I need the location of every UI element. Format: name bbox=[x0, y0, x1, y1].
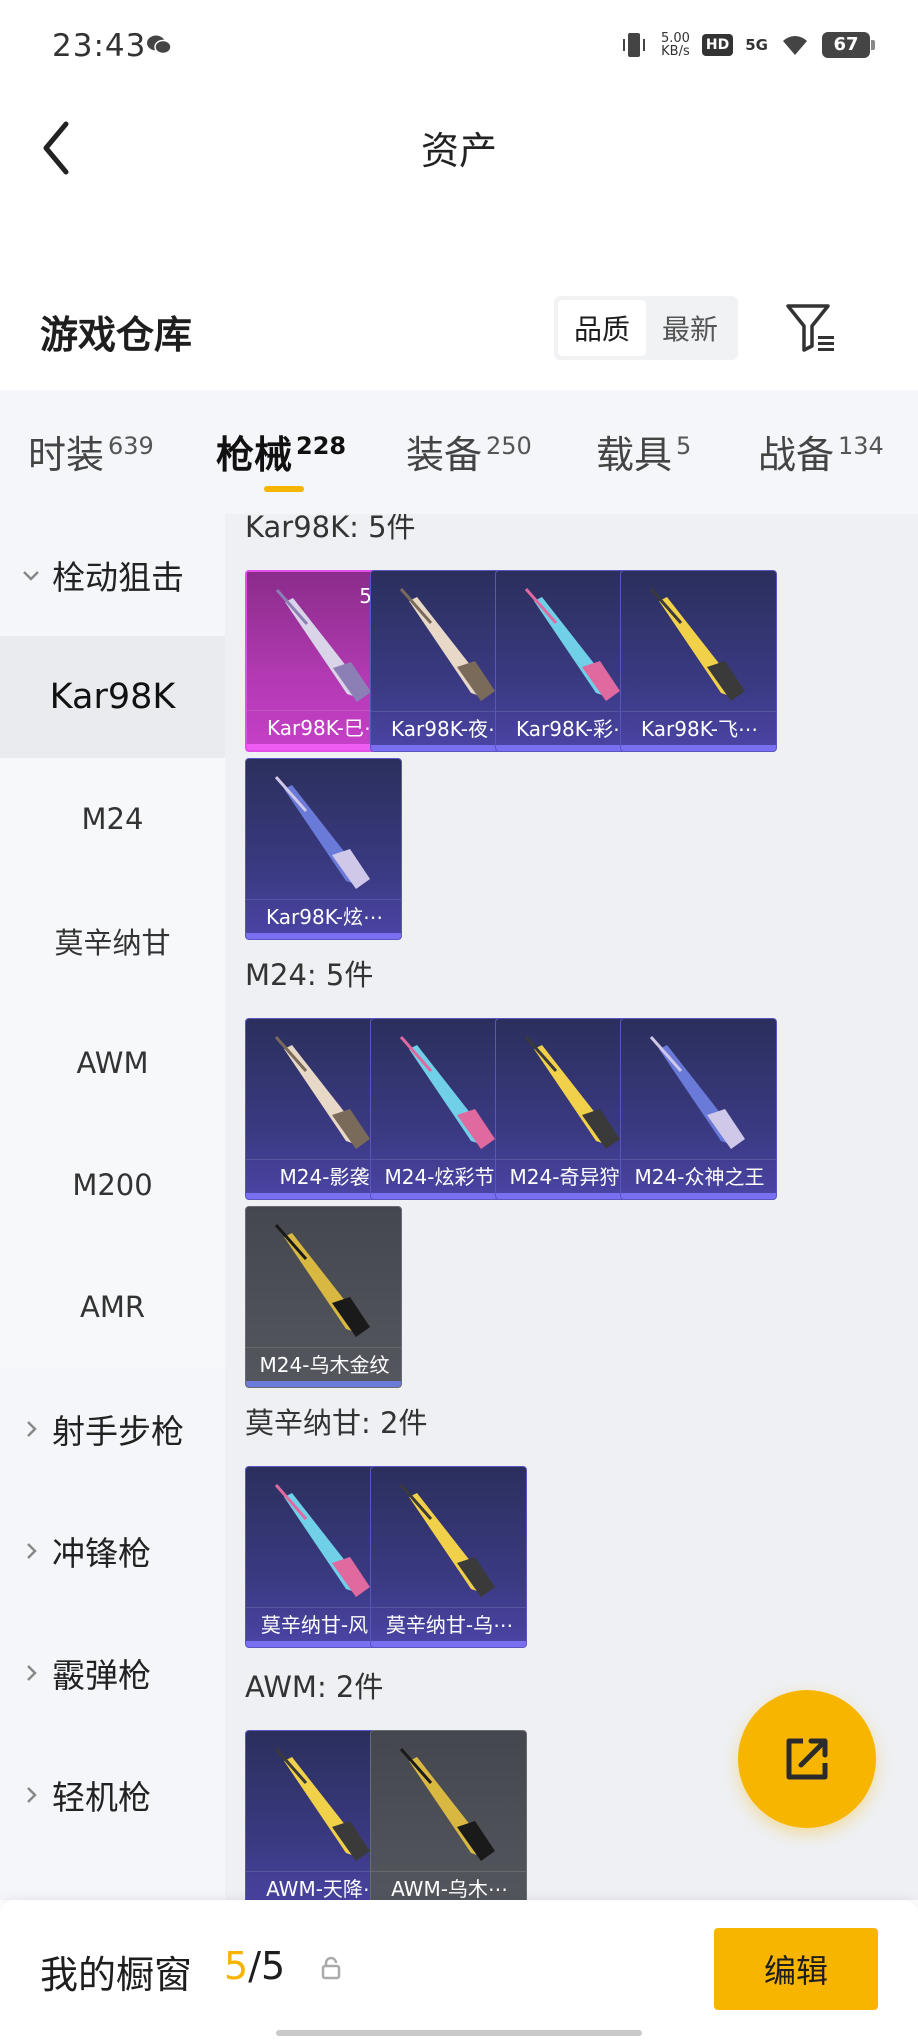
tab-count: 639 bbox=[108, 432, 154, 460]
group-title: M24: 5件 bbox=[245, 958, 374, 992]
skin-name: M24-众神之王 bbox=[621, 1159, 776, 1193]
sidebar-group-label: 霰弹枪 bbox=[52, 1656, 151, 1695]
weapon-skin-image bbox=[399, 1748, 495, 1861]
sort-newest-option[interactable]: 最新 bbox=[646, 300, 734, 356]
rarity-bar bbox=[371, 1641, 526, 1647]
skin-name: M24-乌木金纹 bbox=[246, 1347, 401, 1381]
sidebar-item-m24[interactable]: M24 bbox=[0, 758, 225, 880]
app-root: 23:43 5.00 KB/s HD 5G 67 资产 游戏仓库 品质 最新 时… bbox=[0, 0, 918, 2040]
group-title: Kar98K: 5件 bbox=[245, 514, 416, 544]
page-title: 资产 bbox=[420, 129, 497, 173]
tab-count: 250 bbox=[486, 432, 532, 460]
sidebar-group-shotgun[interactable]: 霰弹枪 bbox=[0, 1612, 225, 1734]
battery-indicator: 67 bbox=[822, 32, 875, 58]
skin-card[interactable]: M24-乌木金纹 bbox=[245, 1206, 402, 1388]
chevron-down-icon bbox=[23, 571, 39, 581]
status-time: 23:43 bbox=[52, 28, 147, 64]
skin-card[interactable]: AWM-乌木⋯ bbox=[370, 1730, 527, 1900]
sidebar-group-label: 冲锋枪 bbox=[52, 1534, 151, 1573]
skin-name: Kar98K-飞⋯ bbox=[621, 711, 776, 745]
tab-count: 5 bbox=[676, 432, 692, 460]
skin-name: Kar98K-炫⋯ bbox=[246, 899, 401, 933]
chevron-right-icon bbox=[27, 1787, 37, 1803]
status-bar: 23:43 5.00 KB/s HD 5G 67 bbox=[0, 0, 918, 92]
chevron-right-icon bbox=[27, 1543, 37, 1559]
sidebar-group-label: 轻机枪 bbox=[52, 1778, 151, 1817]
network-type: 5G bbox=[745, 36, 768, 54]
skin-card[interactable]: M24-众神之王 bbox=[620, 1018, 777, 1200]
tab-supplies[interactable]: 战备 134 bbox=[758, 424, 884, 479]
filter-icon[interactable] bbox=[784, 302, 840, 354]
sidebar-item-kar98k[interactable]: Kar98K bbox=[0, 636, 225, 758]
sidebar-group-lmg[interactable]: 轻机枪 bbox=[0, 1734, 225, 1856]
weapon-skin-image bbox=[649, 1036, 745, 1149]
sidebar-group-smg[interactable]: 冲锋枪 bbox=[0, 1490, 225, 1612]
chevron-right-icon bbox=[27, 1665, 37, 1681]
tab-label: 枪械 bbox=[216, 433, 293, 477]
sidebar-group-label: 射手步枪 bbox=[52, 1412, 184, 1451]
sidebar-item-awm[interactable]: AWM bbox=[0, 1002, 225, 1124]
active-tab-indicator bbox=[264, 486, 304, 492]
net-speed: 5.00 KB/s bbox=[661, 32, 690, 58]
sidebar-group-dmr[interactable]: 射手步枪 bbox=[0, 1368, 225, 1490]
weapon-skin-image bbox=[649, 588, 745, 701]
rarity-bar bbox=[246, 933, 401, 939]
tab-guns[interactable]: 枪械 228 bbox=[216, 424, 346, 479]
tab-count: 228 bbox=[296, 432, 347, 460]
sidebar-item-amr[interactable]: AMR bbox=[0, 1246, 225, 1368]
sidebar-item-mosin[interactable]: 莫辛纳甘 bbox=[0, 880, 225, 1002]
group-title: AWM: 2件 bbox=[245, 1670, 384, 1704]
weapon-skin-image bbox=[274, 776, 370, 889]
sidebar-group-label: 栓动狙击 bbox=[52, 558, 184, 597]
tab-label: 载具 bbox=[596, 433, 673, 477]
nav-bar: 资产 bbox=[0, 92, 918, 202]
tab-equipment[interactable]: 装备 250 bbox=[406, 424, 532, 479]
category-tabs: 时装 639 枪械 228 装备 250 载具 5 战备 134 bbox=[0, 390, 918, 514]
showcase-label: 我的橱窗 bbox=[40, 1953, 193, 1997]
wechat-icon bbox=[147, 35, 172, 55]
sort-quality-option[interactable]: 品质 bbox=[558, 300, 646, 356]
rarity-bar bbox=[621, 745, 776, 751]
weapon-skin-image bbox=[399, 1484, 495, 1597]
showcase-count-current: 5 bbox=[224, 1944, 249, 1988]
skin-name: 莫辛纳甘-乌⋯ bbox=[371, 1607, 526, 1641]
skin-card[interactable]: Kar98K-炫⋯ bbox=[245, 758, 402, 940]
edit-button[interactable]: 编辑 bbox=[714, 1928, 878, 2010]
weapon-skin-image bbox=[274, 1224, 370, 1337]
vibrate-icon bbox=[622, 33, 645, 57]
tab-label: 战备 bbox=[758, 433, 835, 477]
skin-name: AWM-乌木⋯ bbox=[371, 1871, 526, 1900]
showcase-count: 5/5 bbox=[224, 1944, 285, 1988]
wifi-icon bbox=[783, 36, 807, 55]
tab-label: 装备 bbox=[406, 433, 483, 477]
chevron-right-icon bbox=[27, 1421, 37, 1437]
home-indicator bbox=[276, 2030, 642, 2036]
hd-badge: HD bbox=[701, 34, 734, 56]
status-icons: 5.00 KB/s HD 5G 67 bbox=[619, 30, 875, 60]
rarity-bar bbox=[621, 1193, 776, 1199]
showcase-count-sep: / bbox=[248, 1944, 261, 1988]
group-title: 莫辛纳甘: 2件 bbox=[245, 1406, 428, 1440]
net-speed-unit: KB/s bbox=[661, 44, 690, 59]
tab-fashion[interactable]: 时装 639 bbox=[28, 424, 154, 479]
share-icon bbox=[786, 1738, 828, 1780]
skin-card[interactable]: Kar98K-飞⋯ bbox=[620, 570, 777, 752]
tab-count: 134 bbox=[838, 432, 884, 460]
showcase-bar: 我的橱窗 5/5 编辑 bbox=[0, 1900, 918, 2040]
share-fab-button[interactable] bbox=[738, 1690, 876, 1828]
skin-card[interactable]: 莫辛纳甘-乌⋯ bbox=[370, 1466, 527, 1648]
tab-label: 时装 bbox=[28, 433, 105, 477]
sidebar-item-m200[interactable]: M200 bbox=[0, 1124, 225, 1246]
lock-icon bbox=[321, 1956, 341, 1980]
rarity-bar bbox=[246, 1381, 401, 1387]
section-title: 游戏仓库 bbox=[40, 313, 193, 357]
tab-vehicles[interactable]: 载具 5 bbox=[596, 424, 691, 479]
sidebar-group-bolt-sniper[interactable]: 栓动狙击 bbox=[0, 514, 225, 636]
showcase-count-total: 5 bbox=[261, 1944, 286, 1988]
sort-toggle: 品质 最新 bbox=[554, 296, 738, 360]
weapon-type-sidebar: 栓动狙击 Kar98K M24 莫辛纳甘 AWM M200 AMR 射手步枪 冲… bbox=[0, 514, 225, 1900]
